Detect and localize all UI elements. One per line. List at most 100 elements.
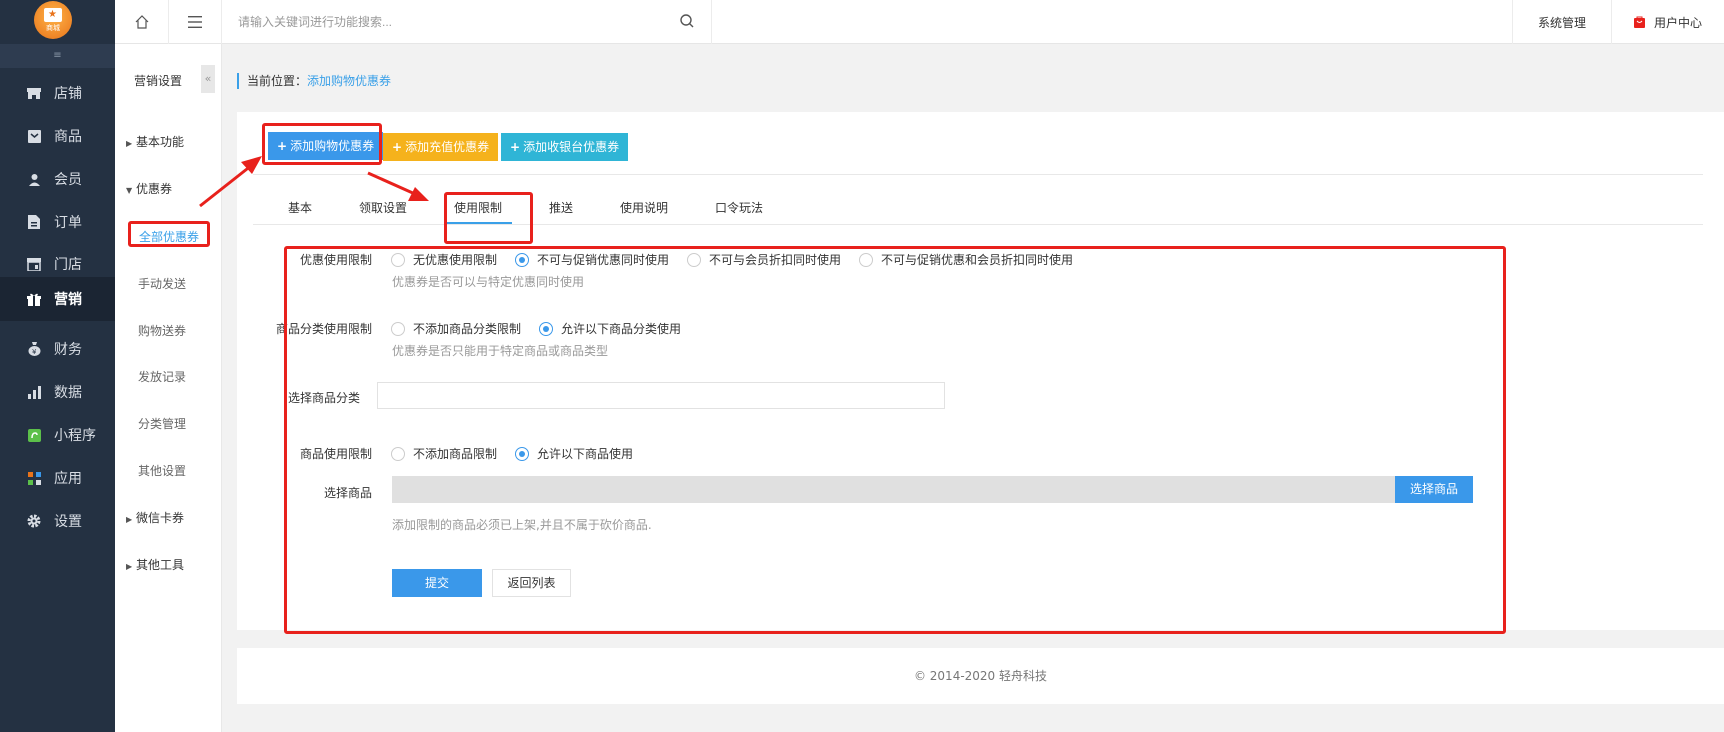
caret-down-icon: ▼: [126, 186, 133, 195]
sidebar-item-member[interactable]: 会员: [0, 156, 115, 202]
breadcrumb-current[interactable]: 添加购物优惠券: [307, 74, 391, 88]
tab-basic[interactable]: 基本: [288, 199, 312, 216]
home-button[interactable]: [115, 0, 169, 44]
subnav-group-basic[interactable]: ▶ 基本功能: [126, 133, 184, 150]
button-label: 添加收银台优惠券: [523, 140, 620, 154]
home-icon: [135, 15, 148, 29]
user-center-link[interactable]: 用户中心: [1611, 0, 1724, 44]
radio-checked-icon: [515, 446, 530, 461]
caret-right-icon: ▶: [126, 515, 133, 524]
discount-limit-hint: 优惠券是否可以与特定优惠同时使用: [392, 275, 585, 289]
subnav-item-shopping-gift[interactable]: 购物送券: [138, 322, 186, 339]
sidebar-item-apps[interactable]: 应用: [0, 455, 115, 501]
button-label: 添加充值优惠券: [405, 140, 490, 154]
search-input[interactable]: [238, 12, 658, 32]
discount-option-no-both[interactable]: 不可与促销优惠和会员折扣同时使用: [859, 251, 1073, 268]
tab-usage-instructions[interactable]: 使用说明: [620, 199, 668, 216]
system-manage-label: 系统管理: [1537, 15, 1586, 30]
menu-toggle-button[interactable]: [169, 0, 222, 44]
plus-icon: +: [277, 139, 288, 153]
logo-text: 商城: [46, 23, 60, 32]
plus-icon: +: [392, 140, 403, 154]
subnav-title: 营销设置: [134, 74, 183, 88]
sidebar-item-label: 设置: [54, 514, 82, 530]
subnav-group-other-tools[interactable]: ▶ 其他工具: [126, 556, 184, 573]
discount-option-no-member[interactable]: 不可与会员折扣同时使用: [687, 251, 841, 268]
sidebar-item-label: 门店: [54, 257, 82, 273]
select-goods-button[interactable]: 选择商品: [1395, 476, 1473, 503]
goods-option-none[interactable]: 不添加商品限制: [391, 445, 497, 462]
option-label: 不添加商品分类限制: [413, 322, 522, 336]
radio-checked-icon: [539, 321, 554, 336]
goods-icon: [26, 128, 42, 144]
gift-icon: [26, 291, 42, 307]
sidebar-item-store[interactable]: 店铺: [0, 70, 115, 116]
tab-push[interactable]: 推送: [549, 199, 573, 216]
sidebar-item-miniprogram[interactable]: 小程序: [0, 412, 115, 458]
category-limit-options: 不添加商品分类限制 允许以下商品分类使用: [391, 320, 699, 337]
sidebar-item-finance[interactable]: ¥ 财务: [0, 326, 115, 372]
footer: © 2014-2020 轻舟科技: [237, 648, 1724, 704]
subnav-group-label: 基本功能: [136, 135, 185, 149]
sidebar-item-label: 订单: [54, 215, 82, 231]
category-option-none[interactable]: 不添加商品分类限制: [391, 320, 521, 337]
subnav-group-coupons[interactable]: ▼ 优惠券: [126, 180, 172, 197]
tab-receive-settings[interactable]: 领取设置: [359, 199, 407, 216]
subnav-item-send-records[interactable]: 发放记录: [138, 368, 186, 385]
subnav-group-label: 微信卡券: [136, 511, 185, 525]
svg-text:¥: ¥: [32, 348, 37, 356]
goods-limit-options: 不添加商品限制 允许以下商品使用: [391, 445, 651, 462]
goods-option-allow[interactable]: 允许以下商品使用: [515, 445, 633, 462]
sidebar-item-order[interactable]: 订单: [0, 199, 115, 245]
radio-icon: [391, 321, 405, 336]
gear-icon: [26, 513, 42, 529]
store-icon: [26, 85, 42, 101]
apps-icon: [26, 470, 42, 486]
miniprogram-icon: [26, 427, 42, 443]
add-cashier-coupon-button[interactable]: + 添加收银台优惠券: [501, 133, 629, 161]
member-icon: [26, 171, 42, 187]
sidebar-item-label: 数据: [54, 385, 82, 401]
subnav-group-wechat-card[interactable]: ▶ 微信卡券: [126, 509, 184, 526]
back-to-list-button[interactable]: 返回列表: [492, 569, 571, 597]
discount-option-no-promo[interactable]: 不可与促销优惠同时使用: [515, 251, 669, 268]
search-icon[interactable]: [679, 13, 695, 29]
system-manage-link[interactable]: 系统管理: [1512, 0, 1611, 44]
main-panel: [237, 112, 1724, 630]
subnav-item-manual-send[interactable]: 手动发送: [138, 275, 186, 292]
category-select-input[interactable]: [377, 382, 945, 409]
select-goods-label: 选择商品: [323, 486, 372, 500]
copyright-text: © 2014-2020 轻舟科技: [913, 669, 1048, 683]
radio-checked-icon: [515, 252, 530, 267]
sidebar-item-marketing[interactable]: 营销: [0, 277, 115, 321]
sidebar-item-goods[interactable]: 商品: [0, 113, 115, 159]
subnav-item-all-coupons[interactable]: 全部优惠券: [128, 221, 210, 247]
sidebar-collapse-toggle[interactable]: ≡: [0, 44, 115, 68]
radio-icon: [391, 252, 405, 267]
sidebar-item-label: 商品: [54, 129, 82, 145]
tab-usage-limit[interactable]: 使用限制: [454, 199, 502, 216]
category-option-allow[interactable]: 允许以下商品分类使用: [539, 320, 681, 337]
subnav-group-label: 其他工具: [136, 558, 185, 572]
sidebar-item-data[interactable]: 数据: [0, 369, 115, 415]
sidebar-item-label: 应用: [54, 471, 82, 487]
discount-option-none[interactable]: 无优惠使用限制: [391, 251, 497, 268]
brand-logo[interactable]: 商城: [34, 1, 72, 39]
main-sidebar: 商城 ≡ 店铺 商品 会员 订单 门店 营销: [0, 0, 115, 732]
subnav-collapse-button[interactable]: «: [201, 65, 215, 93]
category-limit-label: 商品分类使用限制: [275, 322, 372, 336]
sidebar-item-settings[interactable]: 设置: [0, 498, 115, 544]
add-shopping-coupon-button[interactable]: + 添加购物优惠券: [268, 132, 384, 160]
add-recharge-coupon-button[interactable]: + 添加充值优惠券: [383, 133, 499, 161]
selected-goods-field: [392, 476, 1395, 503]
tab-password-play[interactable]: 口令玩法: [715, 199, 763, 216]
subnav-item-other-settings[interactable]: 其他设置: [138, 462, 186, 479]
shop-icon: [44, 7, 62, 22]
option-label: 不可与促销优惠和会员折扣同时使用: [881, 253, 1074, 267]
option-label: 不可与会员折扣同时使用: [709, 253, 842, 267]
radio-icon: [391, 446, 405, 461]
submit-button[interactable]: 提交: [392, 569, 482, 597]
subnav-item-category-manage[interactable]: 分类管理: [138, 415, 186, 432]
option-label: 不可与促销优惠同时使用: [537, 253, 670, 267]
option-label: 不添加商品限制: [413, 447, 498, 461]
